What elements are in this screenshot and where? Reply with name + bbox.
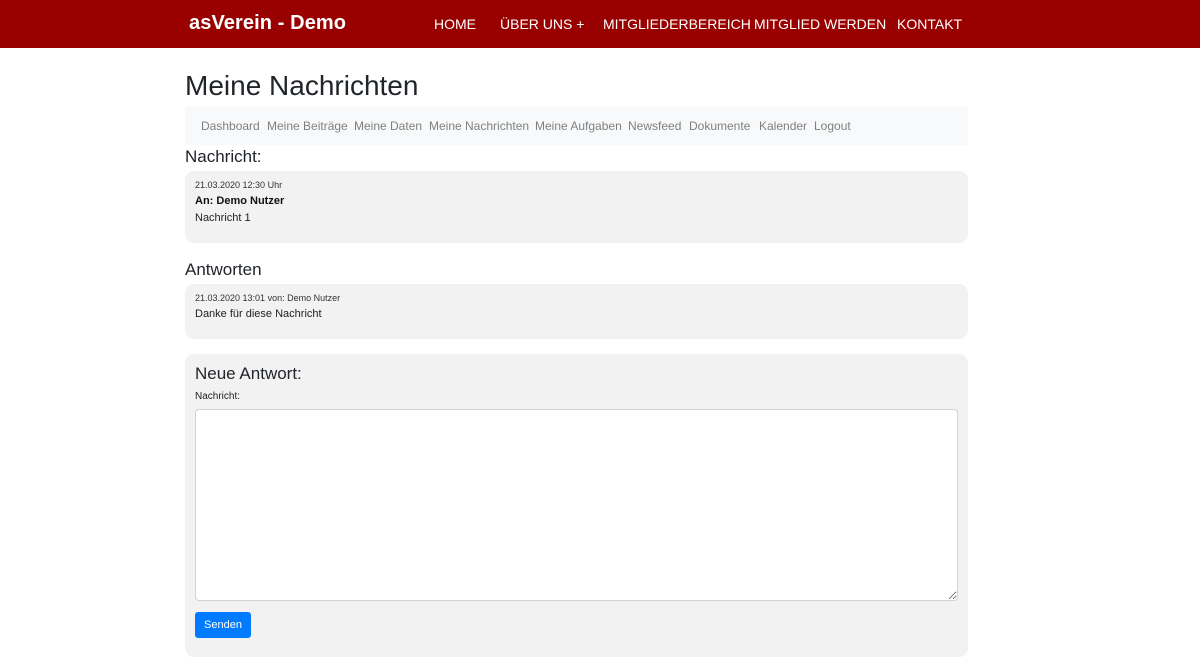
subnav-kalender[interactable]: Kalender — [759, 119, 807, 133]
reply-form-title: Neue Antwort: — [195, 364, 302, 383]
answers-section-title: Antworten — [185, 260, 262, 279]
site-header: asVerein - Demo HOME ÜBER UNS + MITGLIED… — [0, 0, 1200, 48]
subnav-meine-aufgaben[interactable]: Meine Aufgaben — [535, 119, 622, 133]
subnav-dashboard[interactable]: Dashboard — [201, 119, 260, 133]
subnav-meine-daten[interactable]: Meine Daten — [354, 119, 422, 133]
subnav-dokumente[interactable]: Dokumente — [689, 119, 750, 133]
reply-message-input[interactable] — [195, 409, 958, 601]
answer-meta: 21.03.2020 13:01 von: Demo Nutzer — [195, 293, 341, 303]
nav-home[interactable]: HOME — [434, 15, 476, 33]
nav-mitgliederbereich[interactable]: MITGLIEDERBEREICH — [603, 15, 751, 33]
send-button[interactable]: Senden — [195, 612, 251, 638]
nav-kontakt[interactable]: KONTAKT — [897, 15, 962, 33]
message-body: Nachricht 1 — [195, 212, 251, 224]
reply-form-card: Neue Antwort: Nachricht: Senden — [185, 354, 968, 657]
reply-field-label: Nachricht: — [195, 391, 241, 402]
subnav-meine-beitraege[interactable]: Meine Beiträge — [267, 119, 348, 133]
nav-mitglied-werden[interactable]: MITGLIED WERDEN — [754, 15, 886, 33]
site-brand[interactable]: asVerein - Demo — [189, 11, 346, 35]
message-timestamp: 21.03.2020 12:30 Uhr — [195, 180, 283, 190]
message-recipient: An: Demo Nutzer — [195, 195, 285, 207]
member-subnav: Dashboard Meine Beiträge Meine Daten Mei… — [185, 106, 968, 145]
answer-card: 21.03.2020 13:01 von: Demo Nutzer Danke … — [185, 284, 968, 339]
subnav-meine-nachrichten[interactable]: Meine Nachrichten — [429, 119, 529, 133]
nav-ueber-uns[interactable]: ÜBER UNS + — [500, 15, 584, 33]
message-section-title: Nachricht: — [185, 147, 262, 166]
subnav-logout[interactable]: Logout — [814, 119, 851, 133]
answer-body: Danke für diese Nachricht — [195, 308, 322, 320]
page-title: Meine Nachrichten — [185, 70, 419, 101]
subnav-newsfeed[interactable]: Newsfeed — [628, 119, 681, 133]
message-card: 21.03.2020 12:30 Uhr An: Demo Nutzer Nac… — [185, 171, 968, 243]
